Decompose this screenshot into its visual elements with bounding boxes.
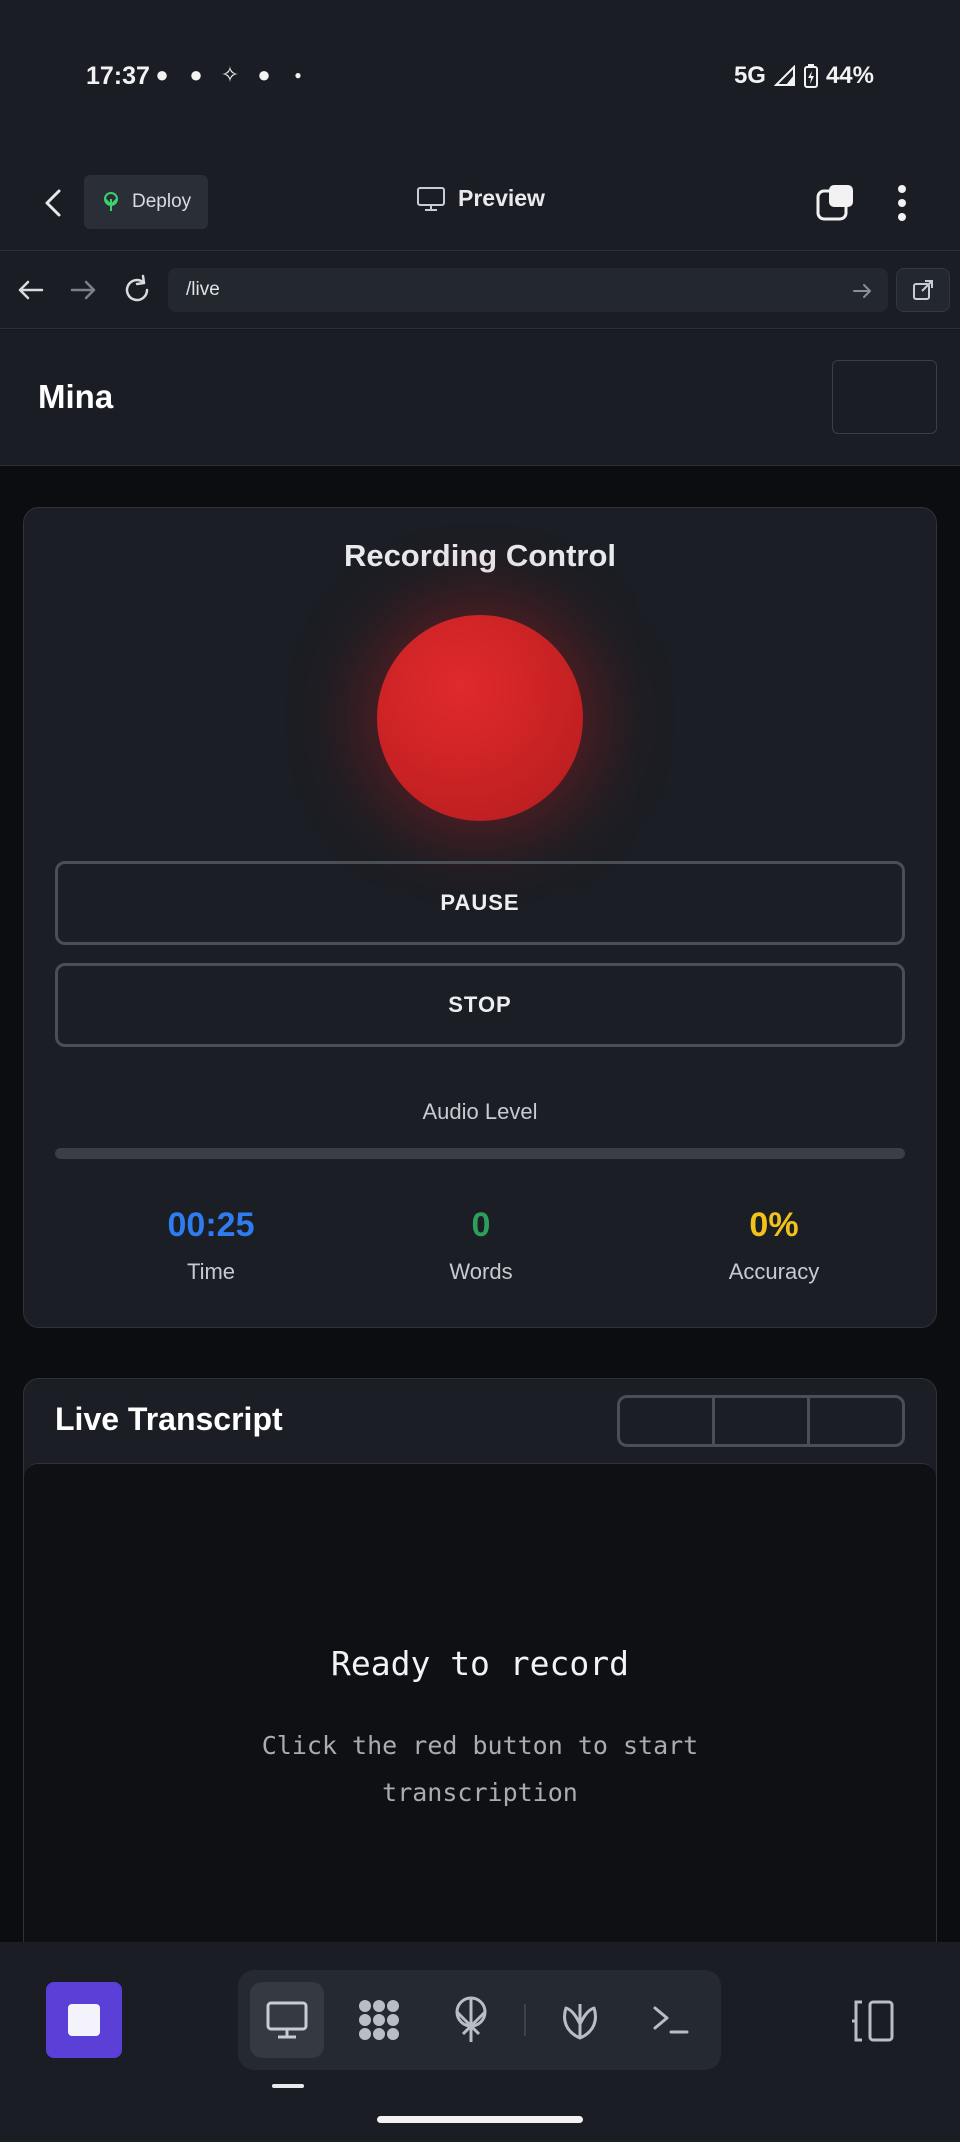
status-time: 17:37 — [86, 62, 150, 90]
deploy-icon — [104, 192, 118, 211]
tool-agents[interactable] — [342, 1982, 416, 2058]
deploy-label: Deploy — [132, 191, 192, 212]
stop-agent-button[interactable] — [46, 1982, 122, 2058]
battery-icon — [803, 64, 818, 88]
snapchat-icon: ● — [189, 62, 203, 87]
monitor-icon — [417, 186, 445, 211]
stat-value: 00:25 — [167, 1206, 255, 1244]
tool-terminal[interactable] — [634, 1982, 708, 2058]
status-bar: 17:37 ● ● ✧ ● ● 5G 44% — [0, 0, 960, 155]
tabs-icon[interactable] — [815, 183, 855, 223]
stat-value: 0% — [749, 1206, 799, 1244]
url-input[interactable] — [168, 268, 888, 312]
signal-icon — [773, 65, 795, 86]
shell-icon — [563, 2004, 597, 2040]
tool-deploy[interactable] — [434, 1982, 508, 2058]
stop-button[interactable]: STOP — [55, 963, 905, 1047]
recording-control-card: Recording Control PAUSE STOP Audio Level… — [23, 507, 937, 1328]
transcript-action-button[interactable] — [810, 1398, 902, 1444]
status-right: 5G 44% — [734, 62, 874, 90]
tool-separator — [524, 2004, 526, 2036]
reload-icon[interactable] — [119, 272, 155, 308]
panel-toggle-icon[interactable] — [848, 1996, 898, 2046]
audio-level-label: Audio Level — [422, 1099, 538, 1124]
agents-icon — [359, 2000, 399, 2040]
home-indicator — [377, 2116, 583, 2123]
transcript-action-button[interactable] — [715, 1398, 810, 1444]
terminal-icon — [653, 2006, 689, 2034]
tool-preview[interactable] — [250, 1982, 324, 2058]
back-icon[interactable] — [34, 183, 74, 223]
tool-switcher — [238, 1970, 721, 2070]
stat-accuracy: 0% Accuracy — [654, 1206, 894, 1285]
header-action-button[interactable] — [832, 360, 937, 434]
battery-percent: 44% — [825, 62, 874, 89]
network-type: 5G — [733, 62, 766, 89]
pause-button[interactable]: PAUSE — [55, 861, 905, 945]
transcript-body: Ready to record Click the red button to … — [24, 1463, 936, 1983]
deploy-icon — [455, 1996, 487, 2042]
more-menu-icon[interactable] — [884, 181, 920, 225]
app-header: Deploy Preview — [0, 155, 960, 251]
dot-icon: ● — [294, 68, 302, 82]
external-link-icon — [913, 280, 933, 300]
page-header: Mina — [0, 330, 960, 466]
live-transcript-card: Live Transcript Ready to record Click th… — [23, 1378, 937, 1983]
open-external-button[interactable] — [896, 268, 950, 312]
go-arrow-icon[interactable] — [850, 279, 874, 303]
snapchat-icon: ● — [257, 62, 271, 87]
bottom-dock — [0, 1942, 960, 2142]
audio-level-bar — [55, 1148, 905, 1159]
transcript-title: Live Transcript — [55, 1401, 283, 1437]
deploy-button[interactable]: Deploy — [84, 175, 208, 229]
record-button[interactable] — [377, 615, 583, 821]
stat-label: Time — [186, 1259, 236, 1284]
slack-icon: ✧ — [220, 62, 240, 87]
stat-words: 0 Words — [361, 1206, 601, 1285]
monitor-icon — [266, 2001, 308, 2039]
notification-icons: ● ● ✧ ● ● — [150, 62, 310, 88]
transcript-action-button[interactable] — [620, 1398, 715, 1444]
nav-forward-icon[interactable] — [66, 272, 102, 308]
active-tool-indicator — [272, 2084, 304, 2088]
transcript-actions — [617, 1395, 905, 1447]
nav-back-icon[interactable] — [12, 272, 48, 308]
preview-label: Preview — [458, 185, 545, 211]
stat-label: Accuracy — [728, 1259, 820, 1284]
tool-shell[interactable] — [543, 1982, 617, 2058]
stat-value: 0 — [471, 1206, 491, 1244]
browser-bar — [0, 251, 960, 329]
preview-title: Preview — [416, 185, 545, 212]
brand-title: Mina — [38, 378, 114, 415]
snapchat-icon: ● — [155, 62, 169, 87]
stat-time: 00:25 Time — [91, 1206, 331, 1285]
stop-icon — [68, 2004, 100, 2036]
empty-state-title: Ready to record — [330, 1644, 629, 1683]
empty-state-hint: Click the red button to start transcript… — [261, 1731, 699, 1807]
stat-label: Words — [449, 1259, 513, 1284]
card-title: Recording Control — [343, 538, 617, 573]
